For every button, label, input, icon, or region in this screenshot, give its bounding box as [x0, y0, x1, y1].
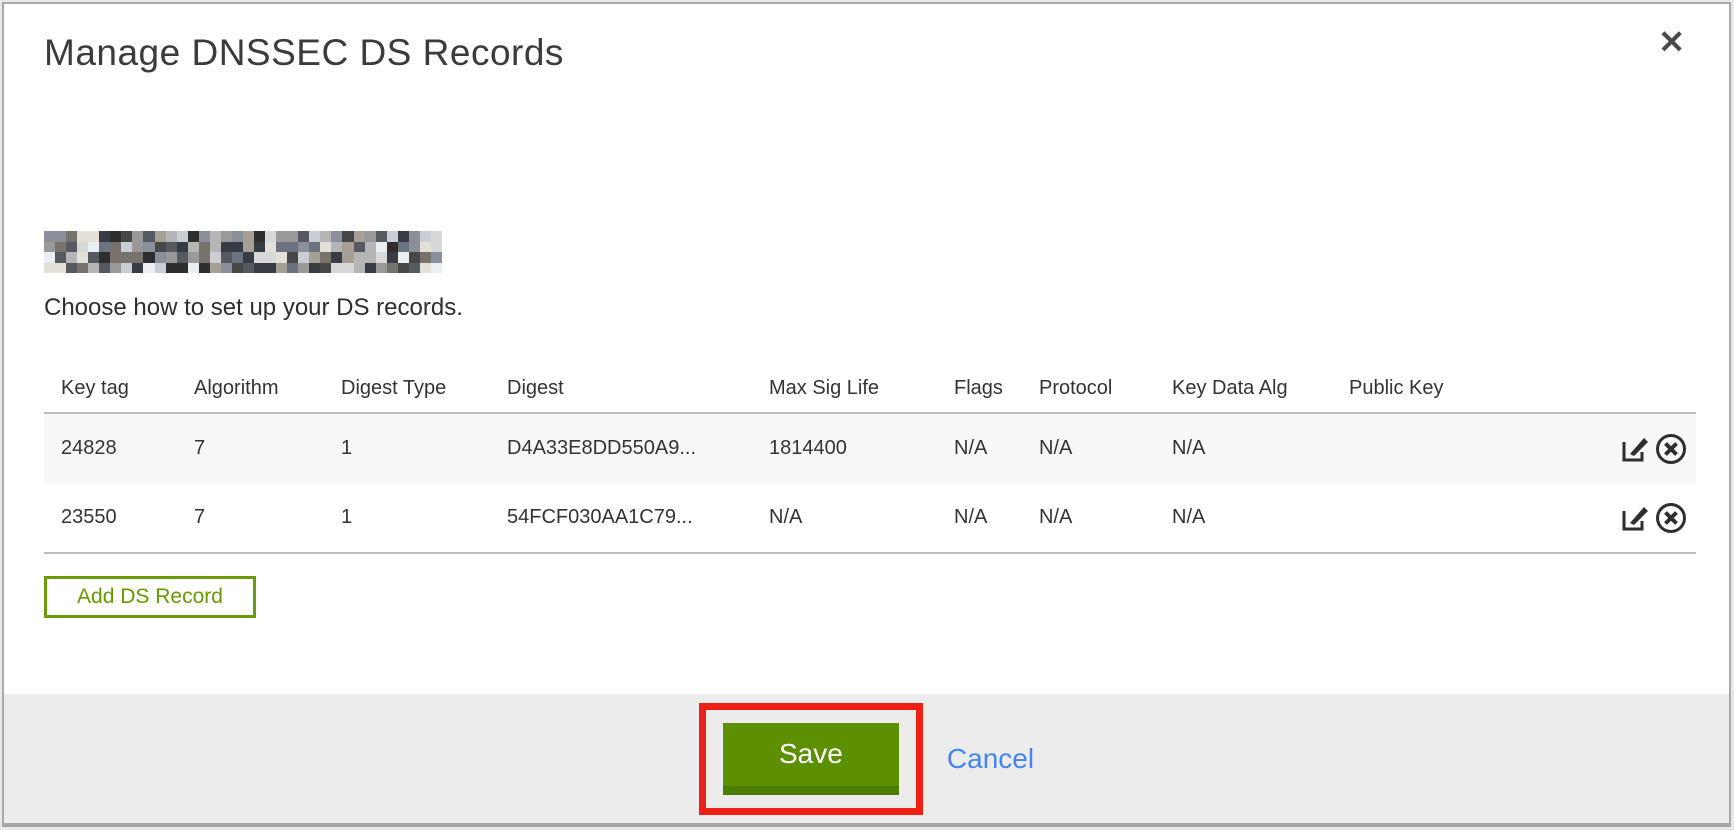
cell-digest-type: 1 — [324, 506, 490, 529]
header-flags: Flags — [937, 377, 1022, 400]
cell-key-data-alg: N/A — [1155, 437, 1332, 460]
cell-digest: D4A33E8DD550A9... — [490, 437, 752, 460]
delete-record-icon[interactable] — [1654, 432, 1688, 466]
cell-max-sig-life: N/A — [752, 506, 937, 529]
table-header-row: Key tag Algorithm Digest Type Digest Max… — [44, 364, 1696, 412]
cell-max-sig-life: 1814400 — [752, 437, 937, 460]
delete-record-icon[interactable] — [1654, 501, 1688, 535]
cancel-link[interactable]: Cancel — [947, 743, 1034, 775]
row-actions — [1600, 501, 1696, 535]
header-algorithm: Algorithm — [177, 377, 324, 400]
add-ds-record-button[interactable]: Add DS Record — [44, 576, 256, 618]
header-protocol: Protocol — [1022, 377, 1155, 400]
header-key-data-alg: Key Data Alg — [1155, 377, 1332, 400]
cell-algorithm: 7 — [177, 506, 324, 529]
row-actions — [1600, 432, 1696, 466]
header-digest-type: Digest Type — [324, 377, 490, 400]
cell-key-tag: 23550 — [44, 506, 177, 529]
instruction-text: Choose how to set up your DS records. — [44, 294, 463, 322]
dialog-footer: Save Cancel — [4, 694, 1729, 823]
header-key-tag: Key tag — [44, 377, 177, 400]
cell-algorithm: 7 — [177, 437, 324, 460]
header-public-key: Public Key — [1332, 377, 1600, 400]
close-icon[interactable]: ✕ — [1658, 26, 1685, 58]
edit-record-icon[interactable] — [1618, 501, 1652, 535]
edit-record-icon[interactable] — [1618, 432, 1652, 466]
cell-key-tag: 24828 — [44, 437, 177, 460]
redacted-domain-name — [44, 231, 442, 273]
page-title: Manage DNSSEC DS Records — [44, 32, 564, 74]
cell-flags: N/A — [937, 506, 1022, 529]
table-row: 24828 7 1 D4A33E8DD550A9... 1814400 N/A … — [44, 412, 1696, 483]
cell-digest-type: 1 — [324, 437, 490, 460]
cell-digest: 54FCF030AA1C79... — [490, 506, 752, 529]
cell-protocol: N/A — [1022, 506, 1155, 529]
cell-key-data-alg: N/A — [1155, 506, 1332, 529]
header-digest: Digest — [490, 377, 752, 400]
cell-flags: N/A — [937, 437, 1022, 460]
ds-records-table: Key tag Algorithm Digest Type Digest Max… — [44, 364, 1696, 554]
header-max-sig-life: Max Sig Life — [752, 377, 937, 400]
save-button-highlight-box: Save — [699, 703, 923, 815]
cell-protocol: N/A — [1022, 437, 1155, 460]
dnssec-ds-records-dialog: Manage DNSSEC DS Records ✕ Choose how to… — [2, 2, 1731, 827]
table-row: 23550 7 1 54FCF030AA1C79... N/A N/A N/A … — [44, 483, 1696, 554]
save-button[interactable]: Save — [723, 723, 899, 795]
